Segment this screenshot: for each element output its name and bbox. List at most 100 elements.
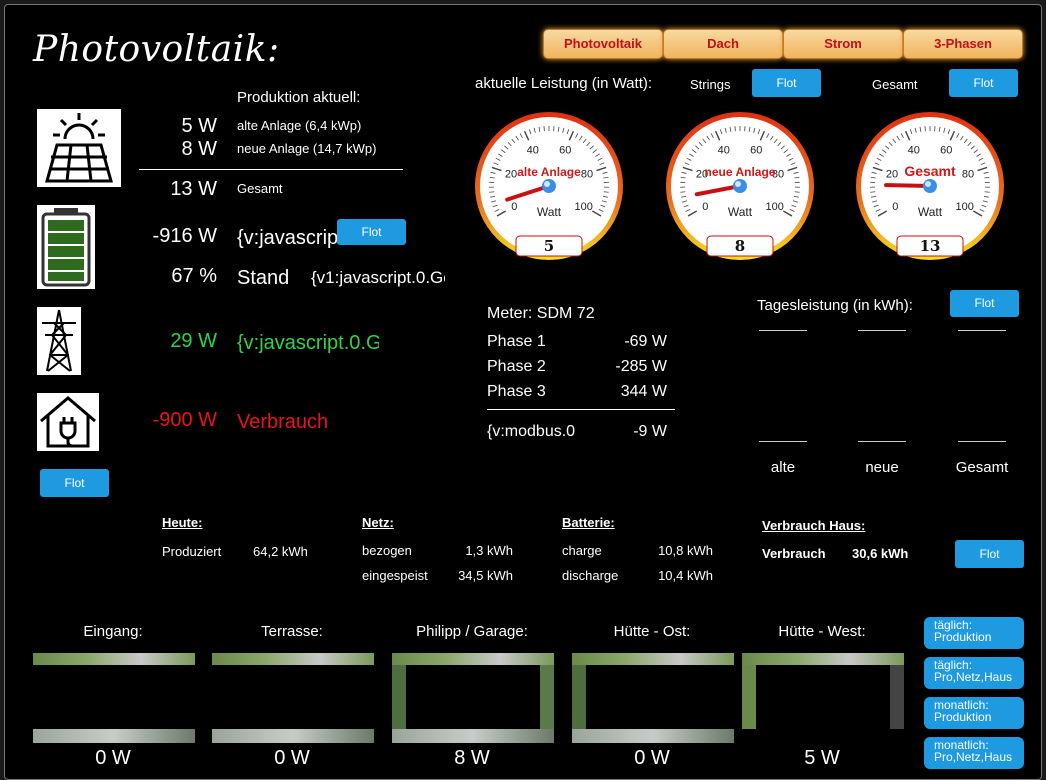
monthly-production-button[interactable]: monatlich: Produktion	[924, 697, 1024, 729]
camera-image-terrasse[interactable]	[212, 653, 374, 743]
gauge-hub-highlight	[544, 181, 550, 187]
daily-pro-netz-haus-line2: Pro,Netz,Haus	[934, 670, 1013, 684]
meter-title: Meter: SDM 72	[487, 305, 595, 322]
monthly-pro-netz-haus-line1: monatlich:	[934, 738, 989, 752]
gauge-value: 5	[544, 237, 554, 255]
camera-label-huette-ost: Hütte - Ost:	[613, 623, 691, 640]
house-power-label: Verbrauch	[237, 411, 329, 433]
daily-pro-netz-haus-button[interactable]: täglich: Pro,Netz,Haus	[924, 657, 1024, 689]
daily-label-alte: alte	[770, 459, 796, 476]
daily-flot-button[interactable]: Flot	[950, 290, 1019, 317]
meter-phase2-label: Phase 2	[487, 358, 546, 375]
camera-label-philipp-garage: Philipp / Garage:	[416, 623, 528, 640]
gauge-tick-label: 100	[765, 201, 783, 213]
gauge-tick-label: 60	[559, 144, 571, 156]
gauge-tick	[680, 191, 686, 193]
meter-phase3-label: Phase 3	[487, 383, 546, 400]
gauge-alte-anlage: 0 20 40 60 80 100 alte Anlage Watt 5	[474, 111, 624, 261]
gauge-tick-label: 80	[581, 169, 593, 181]
gauge-tick	[870, 191, 876, 193]
nav-button-dach[interactable]: Dach	[663, 29, 783, 59]
camera-image-huette-ost[interactable]	[572, 653, 734, 743]
gauge-value: 13	[920, 237, 941, 255]
strings-label: Strings	[690, 77, 731, 92]
gauge-tick-label: 0	[702, 201, 708, 213]
netz-eingespeist-value: 34,5 kWh	[458, 568, 513, 583]
daily-bar-top-gesamt	[958, 330, 1006, 331]
battery-flot-button[interactable]: Flot	[337, 219, 406, 245]
gauge-gesamt: 0 20 40 60 80 100 Gesamt Watt 13	[855, 111, 1005, 261]
daily-production-button[interactable]: täglich: Produktion	[924, 617, 1024, 649]
gauge-unit: Watt	[537, 205, 562, 219]
strings-flot-button[interactable]: Flot	[752, 69, 821, 97]
grid-power-label: {v:javascript.0.G	[237, 332, 379, 354]
grid-power-value: 29 W	[170, 330, 217, 352]
gauge-name: alte Anlage	[517, 165, 581, 179]
gauge-tick-label: 0	[511, 201, 517, 213]
nav-button-strom[interactable]: Strom	[783, 29, 903, 59]
today-produced-value: 64,2 kWh	[253, 544, 308, 559]
daily-bar-base-gesamt	[958, 441, 1006, 442]
gauge-tick-label: 40	[908, 144, 920, 156]
battery-soc-extra: {v1:javascript.0.Ge	[311, 268, 445, 287]
batterie-charge-value: 10,8 kWh	[658, 543, 713, 558]
power-pylon-icon	[37, 307, 81, 375]
monthly-pro-netz-haus-button[interactable]: monatlich: Pro,Netz,Haus	[924, 737, 1024, 769]
battery-soc-value: 67 %	[171, 265, 217, 287]
nav-button-photovoltaik[interactable]: Photovoltaik	[543, 29, 663, 59]
daily-bar-base-alte	[759, 441, 807, 442]
meter-phase3-value: 344 W	[620, 383, 667, 400]
house-plug-icon	[37, 393, 99, 451]
daily-bar-base-neue	[858, 441, 906, 442]
neu-production-label: neue Anlage (14,7 kWp)	[237, 141, 377, 156]
netz-header: Netz:	[362, 515, 394, 530]
production-divider	[139, 169, 403, 170]
nav-button-3-phasen[interactable]: 3-Phasen	[903, 29, 1023, 59]
solar-panel-icon	[37, 109, 121, 187]
verbrauch-value: 30,6 kWh	[852, 546, 909, 561]
gesamt-flot-button[interactable]: Flot	[949, 69, 1018, 97]
production-header: Produktion aktuell:	[237, 89, 361, 106]
today-produced-label: Produziert	[162, 544, 222, 559]
camera-power-huette-west: 5 W	[804, 747, 840, 769]
camera-label-terrasse: Terrasse:	[261, 623, 323, 640]
gauge-value: 8	[735, 237, 745, 255]
camera-image-huette-west[interactable]	[742, 653, 904, 743]
verbrauch-flot-button[interactable]: Flot	[955, 540, 1024, 568]
gauges-header: aktuelle Leistung (in Watt):	[475, 75, 653, 92]
batterie-discharge-label: discharge	[562, 568, 619, 583]
gauge-tick-label: 40	[718, 144, 730, 156]
monthly-production-line1: monatlich:	[934, 698, 989, 712]
gauge-tick	[603, 191, 609, 193]
camera-power-terrasse: 0 W	[274, 747, 310, 769]
meter-phase1-value: -69 W	[624, 333, 667, 350]
batterie-header: Batterie:	[562, 515, 615, 530]
gauge-tick-label: 60	[750, 144, 762, 156]
batterie-charge-label: charge	[562, 543, 602, 558]
meter-divider	[487, 409, 675, 410]
gauge-name: Gesamt	[904, 163, 956, 179]
camera-image-eingang[interactable]	[33, 653, 195, 743]
gauge-tick-label: 20	[886, 169, 898, 181]
gauge-hub-highlight	[925, 181, 931, 187]
total-production-label: Gesamt	[237, 181, 283, 196]
camera-label-eingang: Eingang:	[83, 623, 143, 640]
netz-bezogen-label: bezogen	[362, 543, 412, 558]
gauge-tick-label: 100	[574, 201, 592, 213]
gauge-tick	[489, 191, 495, 193]
verbrauch-label: Verbrauch	[762, 546, 826, 561]
page-title: Photovoltaik:	[33, 29, 280, 70]
house-flot-button[interactable]: Flot	[40, 469, 109, 497]
gesamt-gauge-label: Gesamt	[872, 77, 918, 92]
gauge-hub-highlight	[735, 181, 741, 187]
daily-label-neue: neue	[865, 459, 899, 476]
daily-production-line2: Produktion	[934, 630, 992, 644]
daily-label-gesamt: Gesamt	[955, 459, 1009, 476]
camera-image-philipp-garage[interactable]	[392, 653, 554, 743]
alt-production-value: 5 W	[181, 115, 217, 137]
battery-power-value: -916 W	[152, 225, 217, 247]
dashboard-frame: Photovoltaik: Photovoltaik Dach Strom 3-…	[4, 4, 1042, 780]
battery-power-label: {v:javascript	[237, 227, 344, 249]
battery-icon	[37, 205, 95, 289]
gauge-tick-label: 80	[962, 169, 974, 181]
